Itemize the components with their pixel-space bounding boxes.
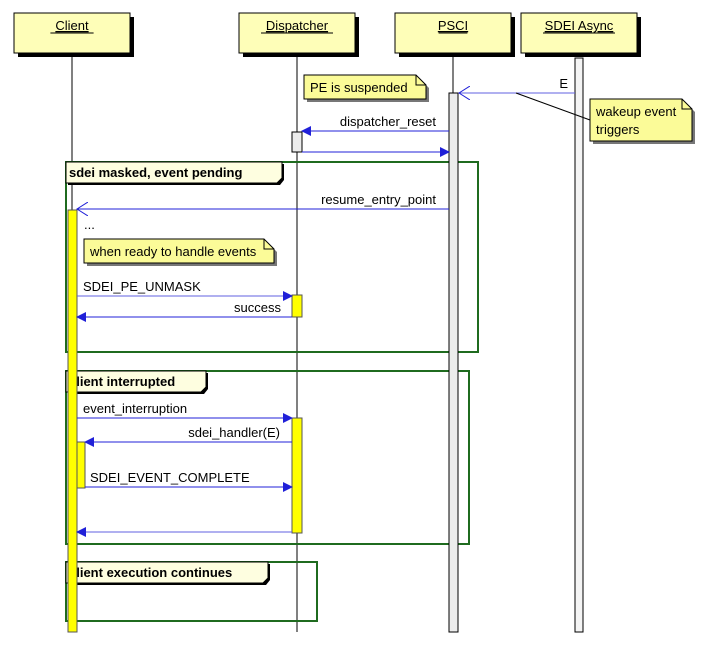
message-label-sdei-handler: sdei_handler(E) <box>188 425 280 440</box>
note-wakeup: wakeup event triggers <box>589 98 695 144</box>
activation-sdei-async <box>574 57 584 633</box>
message-sdei-event-complete: SDEI_EVENT_COMPLETE <box>85 470 293 492</box>
note-ready: when ready to handle events <box>83 238 277 266</box>
activation-dispatcher-handler <box>291 417 303 534</box>
frame-client-interrupted: client interrupted <box>65 370 470 545</box>
diagram-canvas: Client Dispatcher PSCI SDEI Async sdei maske… <box>13 12 695 633</box>
messages: Edispatcher_reset resume_entry_point SDEI_… <box>76 76 575 537</box>
message-label-e: E <box>559 76 568 91</box>
lifelines <box>71 57 584 633</box>
message-label-success: success <box>234 300 281 315</box>
activation-dispatcher-reset <box>291 131 303 153</box>
participant-headers: Client Dispatcher PSCI SDEI Async <box>13 12 641 57</box>
note-text-wakeup: triggers <box>596 122 640 137</box>
message-sdei-handler: sdei_handler(E) <box>84 425 292 447</box>
participant-psci: PSCI <box>394 12 515 57</box>
message-label-resume-entry-point: resume_entry_point <box>321 192 436 207</box>
message-event-interruption: event_interruption <box>77 401 293 423</box>
message-e: E <box>459 76 575 93</box>
note-text-pe-suspended: PE is suspended <box>310 80 408 95</box>
note-pe-suspended: PE is suspended <box>303 74 429 102</box>
activation-client-handler <box>76 441 86 489</box>
activation-dispatcher-unmask <box>291 294 303 318</box>
message-label-sdei-pe-unmask: SDEI_PE_UNMASK <box>83 279 201 294</box>
message-dispatcher-reset: dispatcher_reset <box>301 114 449 136</box>
message-resume-entry-point: resume_entry_point <box>77 192 449 209</box>
frame-border <box>65 370 470 545</box>
frame-label-client-execution: client execution continues <box>69 565 232 580</box>
ellipsis-text: ... <box>84 217 95 232</box>
participant-label-sdei_async: SDEI Async <box>545 18 614 33</box>
activation-client <box>67 209 78 633</box>
note-text-ready: when ready to handle events <box>89 244 257 259</box>
frames: sdei masked, event pending client interru… <box>65 161 479 622</box>
participant-dispatcher: Dispatcher <box>238 12 359 57</box>
frame-label-client-interrupted: client interrupted <box>69 374 175 389</box>
message-sdei-pe-unmask: SDEI_PE_UNMASK <box>77 279 293 301</box>
frame-client-execution: client execution continues <box>65 561 318 622</box>
message-label-dispatcher-reset: dispatcher_reset <box>340 114 436 129</box>
message-success: success <box>76 300 292 322</box>
participant-label-dispatcher: Dispatcher <box>266 18 329 33</box>
note-text-wakeup: wakeup event <box>595 104 677 119</box>
sequence-diagram: Client Dispatcher PSCI SDEI Async sdei maske… <box>0 0 706 644</box>
message-label-sdei-event-complete: SDEI_EVENT_COMPLETE <box>90 470 250 485</box>
participant-label-client: Client <box>55 18 89 33</box>
activation-psci <box>448 92 459 633</box>
participant-sdei_async: SDEI Async <box>520 12 641 57</box>
message-label-event-interruption: event_interruption <box>83 401 187 416</box>
participant-label-psci: PSCI <box>438 18 468 33</box>
frame-label-sdei-masked: sdei masked, event pending <box>69 165 242 180</box>
participant-client: Client <box>13 12 134 57</box>
